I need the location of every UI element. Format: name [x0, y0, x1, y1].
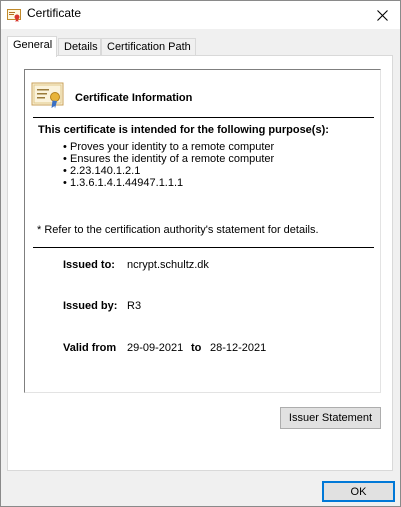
window-title: Certificate [27, 6, 82, 20]
list-item: 2.23.140.1.2.1 [63, 165, 274, 177]
issued-to-label: Issued to: [63, 259, 115, 271]
certificate-ribbon-icon [31, 82, 64, 109]
tab-general[interactable]: General [7, 36, 57, 57]
list-item: Proves your identity to a remote compute… [63, 141, 274, 153]
list-item: Ensures the identity of a remote compute… [63, 153, 274, 165]
footnote: * Refer to the certification authority's… [37, 224, 319, 236]
tab-label: General [13, 39, 53, 51]
issued-by-value: R3 [127, 300, 142, 312]
tab-details[interactable]: Details [58, 38, 101, 56]
purpose-heading: This certificate is intended for the fol… [38, 124, 329, 136]
ok-button[interactable]: OK [322, 481, 395, 502]
certificate-dialog: Certificate General Details Certificatio… [0, 0, 401, 507]
close-icon [376, 9, 388, 21]
issued-to-value: ncrypt.schultz.dk [127, 259, 209, 271]
certificate-info-box: Certificate Information This certificate… [24, 69, 381, 393]
list-item: 1.3.6.1.4.1.44947.1.1.1 [63, 177, 274, 189]
issuer-statement-button[interactable]: Issuer Statement [280, 407, 381, 429]
divider [33, 247, 374, 248]
valid-from-label: Valid from [63, 342, 117, 354]
valid-to-label: to [191, 342, 202, 354]
issued-by-label: Issued by: [63, 300, 118, 312]
ok-label: OK [350, 485, 367, 498]
title-bar: Certificate [1, 1, 400, 29]
purpose-list: Proves your identity to a remote compute… [63, 141, 274, 189]
valid-from-value: 29-09-2021 [127, 342, 184, 354]
valid-to-value: 28-12-2021 [210, 342, 267, 354]
close-button[interactable] [364, 1, 400, 29]
divider [33, 117, 374, 118]
general-tab-panel: Certificate Information This certificate… [7, 55, 393, 471]
tab-label: Certification Path [107, 41, 191, 53]
issuer-statement-label: Issuer Statement [288, 412, 373, 424]
tab-certification-path[interactable]: Certification Path [101, 38, 196, 56]
certificate-icon [7, 9, 21, 22]
tab-label: Details [64, 41, 98, 53]
certificate-info-heading: Certificate Information [75, 92, 193, 104]
